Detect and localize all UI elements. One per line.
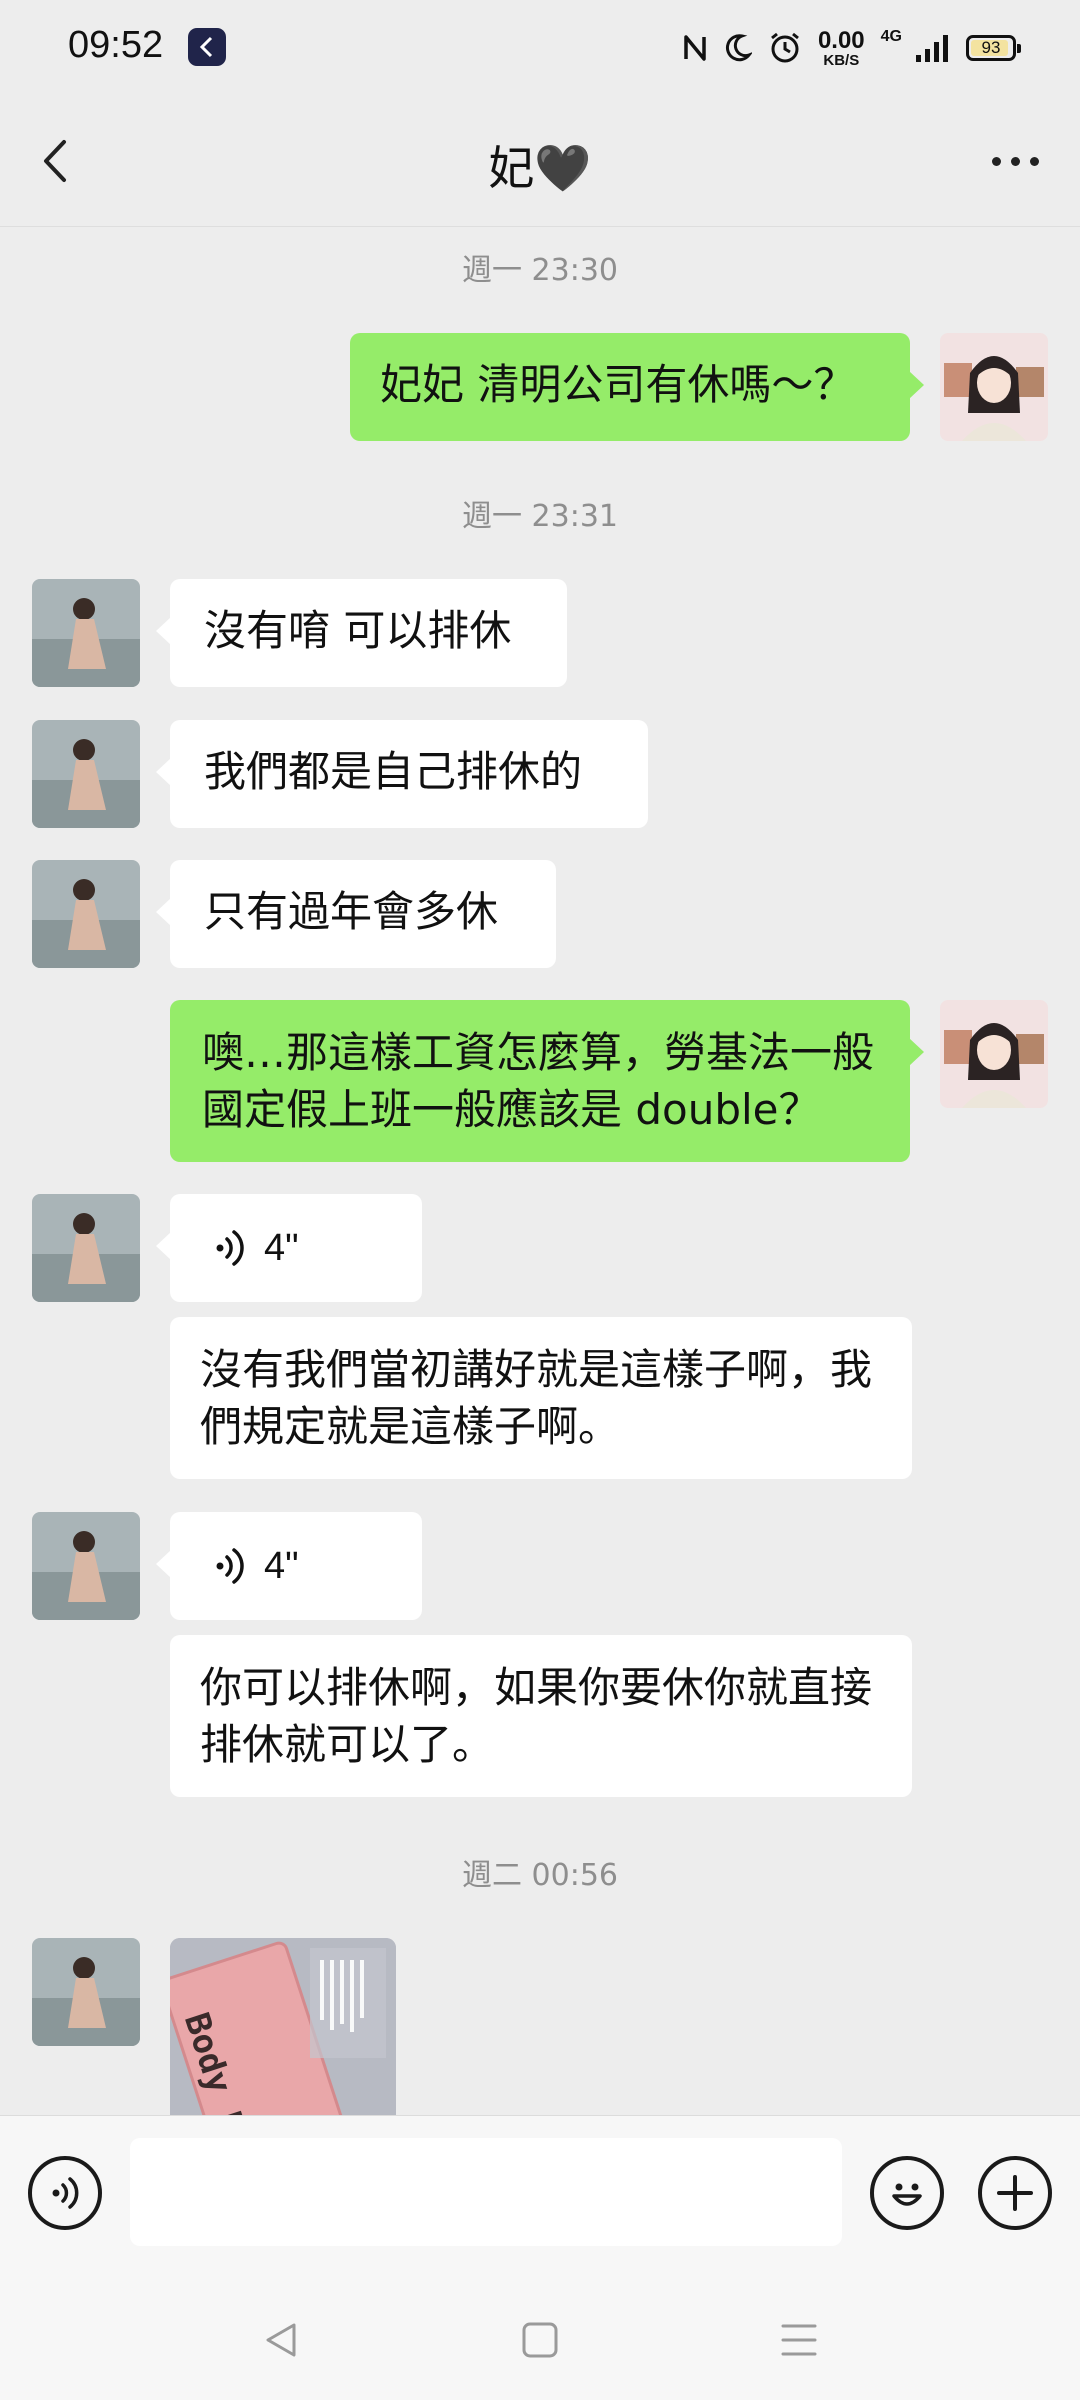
nav-home-button[interactable] [505, 2305, 575, 2375]
my-avatar[interactable] [940, 333, 1048, 441]
voice-message[interactable]: 4" [156, 1512, 422, 1620]
network-type: 4G [880, 28, 902, 45]
contact-avatar[interactable] [32, 579, 140, 687]
voice-duration: 4" [264, 1227, 299, 1269]
app-notification-icon [188, 28, 226, 66]
more-dot-icon [1010, 156, 1020, 166]
voice-message[interactable]: 4" [156, 1194, 422, 1302]
voice-duration: 4" [264, 1545, 299, 1587]
system-nav-bar [0, 2275, 1080, 2400]
voice-wave-icon [216, 1548, 244, 1584]
nav-back-button[interactable] [246, 2305, 316, 2375]
contact-avatar[interactable] [32, 1194, 140, 1302]
sent-message[interactable]: 妃妃 清明公司有休嗎～？ [350, 333, 924, 441]
back-triangle-icon [266, 2323, 296, 2357]
signal-icon [916, 35, 948, 62]
net-speed-value: 0.00 [817, 26, 865, 54]
voice-wave-icon [216, 1230, 244, 1266]
net-speed: 0.00 KB/S [817, 26, 865, 69]
sent-message[interactable]: 噢…那這樣工資怎麼算，勞基法一般國定假上班一般應該是 double？ [170, 1000, 924, 1162]
image-message[interactable]: Body Lotion [170, 1938, 396, 2115]
chat-header: 妃🖤 [0, 96, 1080, 227]
contact-avatar[interactable] [32, 1938, 140, 2046]
received-message[interactable]: 你可以排休啊，如果你要休你就直接排休就可以了。 [170, 1635, 912, 1797]
status-icons: 0.00 KB/S 4G 93 [682, 22, 1021, 74]
menu-icon [781, 2324, 817, 2356]
battery-level: 93 [981, 38, 1001, 57]
more-dot-icon [1029, 156, 1039, 166]
emoji-button[interactable] [870, 2156, 944, 2230]
timestamp: 週一 23:30 [462, 253, 618, 288]
timestamp: 週二 00:56 [462, 1858, 618, 1893]
home-square-icon [522, 2322, 558, 2358]
voice-icon [52, 2177, 79, 2209]
received-message[interactable]: 只有過年會多休 [156, 860, 556, 968]
more-options-button[interactable] [980, 126, 1050, 196]
received-message[interactable]: 我們都是自己排休的 [156, 720, 648, 828]
contact-avatar[interactable] [32, 1512, 140, 1620]
nav-menu-button[interactable] [764, 2305, 834, 2375]
message-list[interactable]: 週一 23:30 妃妃 清明公司有休嗎～？ 週一 23:31 沒有唷 可以排休 [0, 227, 1080, 2115]
net-speed-unit: KB/S [823, 51, 860, 69]
my-avatar[interactable] [940, 1000, 1048, 1108]
input-bar [0, 2115, 1080, 2276]
message-input[interactable] [130, 2138, 842, 2246]
plus-icon [997, 2175, 1033, 2211]
status-time: 09:52 [68, 24, 164, 66]
emoji-icon [892, 2183, 922, 2206]
contact-avatar[interactable] [32, 720, 140, 828]
contact-avatar[interactable] [32, 860, 140, 968]
status-bar: 09:52 0.00 KB/S 4G 93 [0, 0, 1080, 96]
moon-icon [725, 34, 752, 62]
voice-input-button[interactable] [28, 2156, 102, 2230]
received-message[interactable]: 沒有我們當初講好就是這樣子啊，我們規定就是這樣子啊。 [170, 1317, 912, 1479]
add-more-button[interactable] [978, 2156, 1052, 2230]
nfc-icon [684, 35, 706, 61]
timestamp: 週一 23:31 [462, 499, 618, 534]
battery-icon: 93 [966, 35, 1021, 61]
chat-title: 妃🖤 [488, 141, 592, 195]
received-message[interactable]: 沒有唷 可以排休 [156, 579, 567, 687]
alarm-icon [771, 32, 799, 63]
more-dot-icon [991, 156, 1001, 166]
